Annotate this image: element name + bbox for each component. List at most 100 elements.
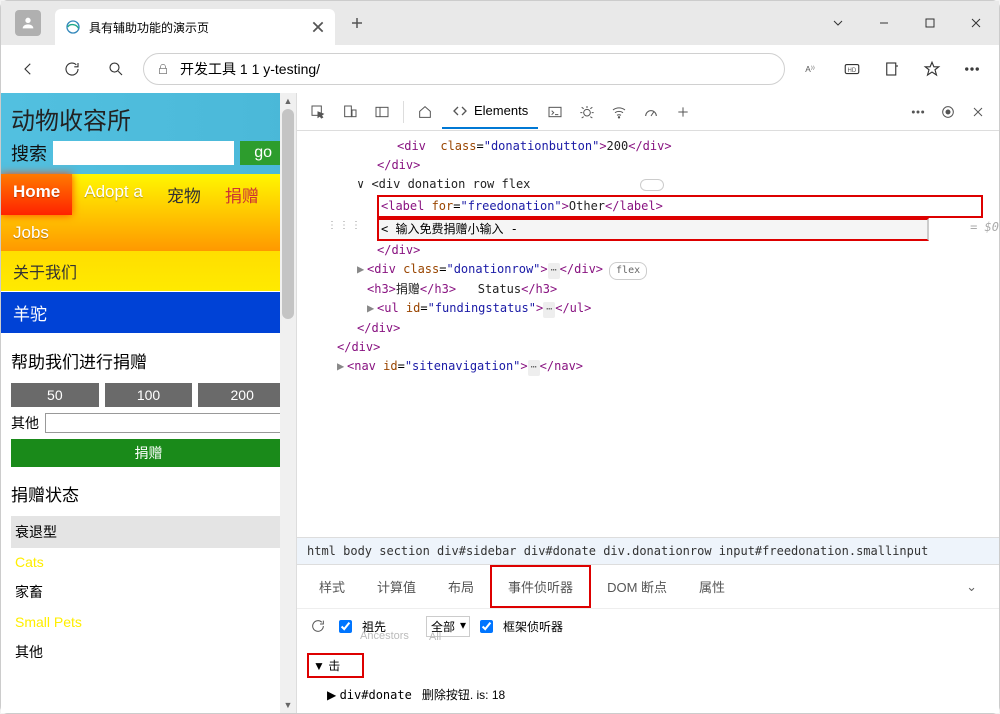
new-tab-button[interactable] (343, 9, 371, 37)
refresh-events-icon[interactable] (307, 615, 329, 637)
close-icon[interactable] (311, 20, 325, 34)
address-bar: 开发工具 1 1 y-testing/ A⁾⁾ HD (1, 45, 999, 93)
console-icon[interactable] (540, 97, 570, 127)
hd-button[interactable]: HD (835, 52, 869, 86)
devtools-subtabs: 样式 计算值 布局 事件侦听器 DOM 断点 属性 ⌄ (297, 564, 999, 608)
tab-elements[interactable]: Elements (442, 95, 538, 129)
donate-100[interactable]: 100 (105, 383, 193, 407)
url-field[interactable]: 开发工具 1 1 y-testing/ (143, 53, 785, 85)
breadcrumb[interactable]: html body section div#sidebar div#donate… (297, 537, 999, 564)
tab-computed[interactable]: 计算值 (361, 567, 432, 606)
nav-about[interactable]: 关于我们 (1, 251, 296, 291)
close-devtools-icon[interactable] (963, 97, 993, 127)
favorite-button[interactable] (915, 52, 949, 86)
tab-layout[interactable]: 布局 (432, 567, 490, 606)
page-viewport: 动物收容所 搜索 go Home Adopt a 宠物 捐赠 Jobs 关于我们… (1, 93, 297, 713)
event-list: ▼ 击 ▶ div#donate 删除按钮. is: 18 (297, 643, 999, 713)
page-nav: Home Adopt a 宠物 捐赠 Jobs (1, 174, 296, 251)
welcome-icon[interactable] (410, 97, 440, 127)
tab-properties[interactable]: 属性 (683, 567, 741, 606)
status-heading: 捐赠状态 (11, 481, 286, 506)
tab-dom-breakpoints[interactable]: DOM 断点 (591, 567, 683, 606)
dom-node[interactable]: ∨ <div donation row flex (357, 177, 530, 191)
scroll-up-icon[interactable]: ▲ (280, 93, 296, 109)
tab-event-listeners[interactable]: 事件侦听器 (490, 565, 591, 608)
donate-heading: 帮助我们进行捐赠 (11, 348, 286, 373)
tab-styles[interactable]: 样式 (303, 567, 361, 606)
close-window-button[interactable] (953, 6, 999, 40)
donate-other-label: 其他 (11, 413, 39, 433)
code-icon (452, 103, 468, 119)
search-input[interactable] (53, 141, 234, 165)
species-bar[interactable]: 羊驼 (1, 292, 296, 333)
framework-label: 框架侦听器 (503, 618, 563, 635)
grip-icon[interactable]: ⋮⋮⋮ (327, 218, 363, 234)
donate-other-input[interactable] (45, 413, 286, 433)
dom-tree[interactable]: <div class="donationbutton">200</div> </… (297, 131, 999, 537)
scroll-down-icon[interactable]: ▼ (280, 697, 296, 713)
issues-icon[interactable] (933, 97, 963, 127)
status-list: 衰退型 Cats 家畜 Small Pets 其他 (11, 516, 286, 668)
status-item: 家畜 (11, 576, 286, 608)
page-header: 动物收容所 搜索 go (1, 93, 296, 174)
add-tab-icon[interactable] (668, 97, 698, 127)
vertical-scrollbar[interactable]: ▲ ▼ (280, 93, 296, 713)
status-item: Small Pets (11, 608, 286, 636)
donate-200[interactable]: 200 (198, 383, 286, 407)
window-chevron[interactable] (815, 6, 861, 40)
devtools-panel: Elements <div class="donationbutton">200… (297, 93, 999, 713)
events-toolbar: 祖先 Ancestors 全部 All ▾ 框架侦听器 (297, 608, 999, 643)
more-tools-icon[interactable] (903, 97, 933, 127)
inspect-icon[interactable] (303, 97, 333, 127)
back-button[interactable] (11, 52, 45, 86)
nav-home[interactable]: Home (1, 174, 72, 215)
collections-button[interactable] (875, 52, 909, 86)
status-item: 衰退型 (11, 516, 286, 548)
more-button[interactable] (955, 52, 989, 86)
chevron-right-icon[interactable]: ▶ (327, 688, 336, 702)
maximize-button[interactable] (907, 6, 953, 40)
scroll-thumb[interactable] (282, 109, 294, 319)
lock-icon (156, 62, 170, 76)
device-icon[interactable] (335, 97, 365, 127)
search-label: 搜索 (11, 140, 47, 166)
window-controls (815, 6, 999, 40)
performance-icon[interactable] (636, 97, 666, 127)
browser-tab[interactable]: 具有辅助功能的演示页 (55, 9, 335, 45)
chevron-down-icon[interactable]: ⌄ (950, 579, 993, 595)
nav-jobs[interactable]: Jobs (1, 215, 61, 251)
status-item: Cats (11, 548, 286, 576)
nav-donate[interactable]: 捐赠 (213, 174, 271, 215)
flex-badge[interactable]: flex (609, 262, 647, 280)
event-click-group[interactable]: ▼ 击 (307, 653, 364, 678)
nav-adopt[interactable]: Adopt a (72, 174, 155, 215)
ancestors-checkbox[interactable] (339, 620, 352, 633)
nav-pets[interactable]: 宠物 (155, 174, 213, 215)
bug-icon[interactable] (572, 97, 602, 127)
panel-icon[interactable] (367, 97, 397, 127)
minimize-button[interactable] (861, 6, 907, 40)
profile-avatar[interactable] (15, 10, 41, 36)
read-aloud-button[interactable]: A⁾⁾ (795, 52, 829, 86)
network-icon[interactable] (604, 97, 634, 127)
page-title: 动物收容所 (11, 101, 286, 136)
event-detail: 删除按钮. is: 18 (422, 688, 505, 702)
url-text: 开发工具 1 1 y-testing/ (180, 59, 320, 79)
tab-elements-label: Elements (474, 103, 528, 118)
search-button[interactable] (99, 52, 133, 86)
edge-icon (65, 19, 81, 35)
donate-section: 帮助我们进行捐赠 50 100 200 其他 捐赠 捐赠状态 衰退型 Cats … (1, 334, 296, 682)
selected-input-node[interactable]: < 输入免费捐赠小输入 - (377, 218, 929, 241)
devtools-toolbar: Elements (297, 93, 999, 131)
framework-checkbox[interactable] (480, 620, 493, 633)
tab-title: 具有辅助功能的演示页 (89, 19, 303, 36)
event-target[interactable]: div#donate (340, 688, 412, 702)
svg-text:A⁾⁾: A⁾⁾ (805, 65, 815, 74)
dollar-zero: = $0 (970, 218, 999, 237)
window-titlebar: 具有辅助功能的演示页 (1, 1, 999, 45)
filter-select[interactable]: 全部 All ▾ (426, 616, 470, 637)
donate-submit[interactable]: 捐赠 (11, 439, 286, 467)
status-item: 其他 (11, 636, 286, 668)
donate-50[interactable]: 50 (11, 383, 99, 407)
refresh-button[interactable] (55, 52, 89, 86)
